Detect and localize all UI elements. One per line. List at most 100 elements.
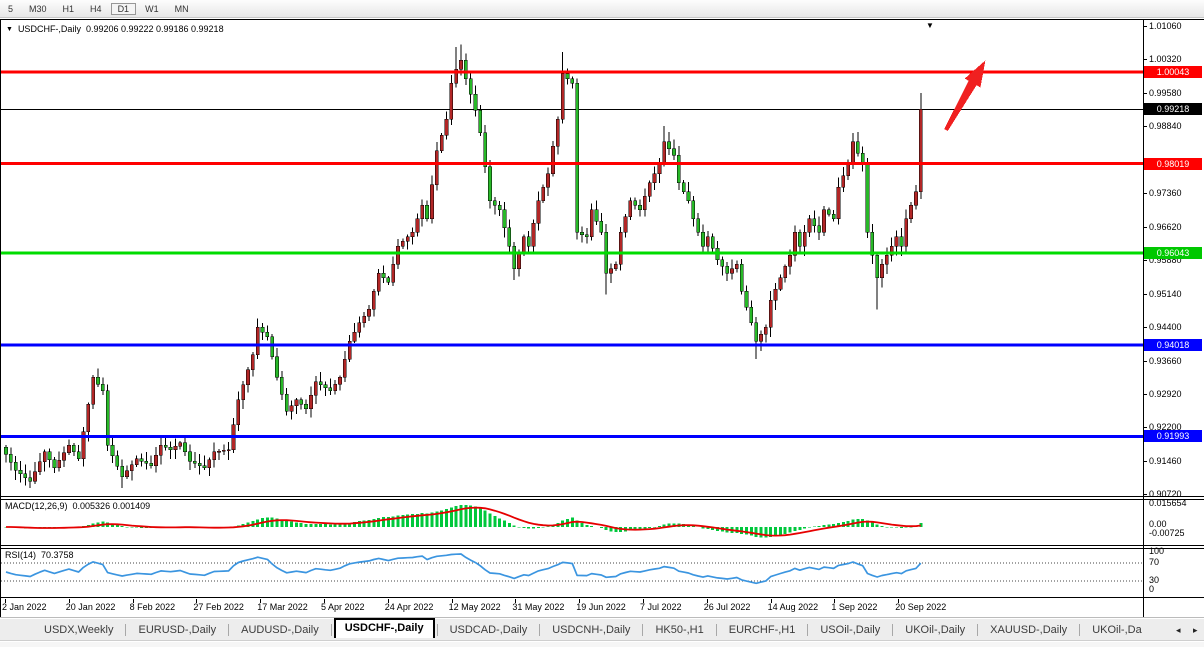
date-axis-label: 20 Sep 2022 — [895, 602, 946, 612]
price-axis-tick — [1143, 294, 1147, 295]
price-axis-tick — [1143, 394, 1147, 395]
date-axis-label: 2 Jan 2022 — [2, 602, 47, 612]
tab-usdchf-daily[interactable]: USDCHF-,Daily — [334, 618, 435, 638]
chart-left-border — [0, 19, 1, 617]
tab-usoil-daily[interactable]: USOil-,Daily — [810, 622, 890, 638]
tab-ukoil-daily[interactable]: UKOil-,Daily — [895, 622, 975, 638]
rsi-label: RSI(14) 70.3758 — [5, 550, 74, 560]
tab-usdcad-daily[interactable]: USDCAD-,Daily — [440, 622, 538, 638]
tab-audusd-daily[interactable]: AUDUSD-,Daily — [231, 622, 329, 638]
tab-divider — [125, 624, 126, 636]
macd-axis-label: -0.00725 — [1149, 528, 1185, 538]
panel-separator — [0, 548, 1204, 549]
price-axis-tick — [1143, 361, 1147, 362]
price-axis-label: 1.01060 — [1149, 21, 1182, 31]
tab-divider — [977, 624, 978, 636]
panel-separator — [0, 597, 1204, 598]
date-axis-label: 24 Apr 2022 — [385, 602, 434, 612]
tab-divider — [1079, 624, 1080, 636]
price-axis-tick — [1143, 193, 1147, 194]
date-axis-label: 31 May 2022 — [512, 602, 564, 612]
date-axis-label: 26 Jul 2022 — [704, 602, 751, 612]
date-axis-label: 27 Feb 2022 — [193, 602, 244, 612]
chart-quote-values: 0.99206 0.99222 0.99186 0.99218 — [86, 24, 224, 34]
date-axis-label: 17 Mar 2022 — [257, 602, 308, 612]
tab-scroll-right-button[interactable]: ▸ — [1193, 624, 1198, 636]
panel-separator — [0, 499, 1204, 500]
price-axis-tick — [1143, 327, 1147, 328]
price-axis-label: 0.98840 — [1149, 121, 1182, 131]
rsi-axis-label: 70 — [1149, 557, 1159, 567]
tab-divider — [716, 624, 717, 636]
price-axis-label: 0.99580 — [1149, 88, 1182, 98]
tab-divider — [539, 624, 540, 636]
tab-divider — [642, 624, 643, 636]
price-axis-label: 0.94400 — [1149, 322, 1182, 332]
price-axis-tick — [1143, 427, 1147, 428]
tab-divider — [437, 624, 438, 636]
date-axis-label: 19 Jun 2022 — [576, 602, 626, 612]
price-axis-label: 0.91460 — [1149, 456, 1182, 466]
price-axis-label: 0.93660 — [1149, 356, 1182, 366]
panel-separator — [0, 545, 1204, 546]
date-axis-label: 7 Jul 2022 — [640, 602, 682, 612]
tab-usdx-weekly[interactable]: USDX,Weekly — [34, 622, 123, 638]
tab-divider — [807, 624, 808, 636]
price-axis-tick — [1143, 59, 1147, 60]
price-axis-tick — [1143, 461, 1147, 462]
macd-values: 0.005326 0.001409 — [73, 501, 151, 511]
chart-top-border — [0, 19, 1204, 20]
level-price-badge: 0.91993 — [1144, 430, 1202, 442]
macd-name: MACD(12,26,9) — [5, 501, 68, 511]
tab-scroll-left-button[interactable]: ◂ — [1176, 624, 1181, 636]
tab-divider — [228, 624, 229, 636]
tab-eurchf-h1[interactable]: EURCHF-,H1 — [719, 622, 806, 638]
price-axis-label: 0.97360 — [1149, 188, 1182, 198]
tab-hk50-h1[interactable]: HK50-,H1 — [645, 622, 713, 638]
collapse-chart-icon[interactable]: ▼ — [6, 26, 13, 33]
bottom-strip — [0, 642, 1204, 647]
current-price-badge: 0.99218 — [1144, 103, 1202, 115]
mt4-terminal: { "toolbar": {"timeframes": ["5", "M30",… — [0, 0, 1204, 647]
rsi-axis-label: 100 — [1149, 546, 1164, 556]
price-chart-canvas[interactable] — [0, 0, 1204, 647]
panel-separator — [0, 496, 1204, 497]
rsi-value: 70.3758 — [41, 550, 74, 560]
level-price-badge: 0.96043 — [1144, 247, 1202, 259]
price-axis-tick — [1143, 227, 1147, 228]
level-price-badge: 0.98019 — [1144, 158, 1202, 170]
level-price-badge: 0.94018 — [1144, 339, 1202, 351]
level-price-badge: 1.00043 — [1144, 66, 1202, 78]
tab-eurusd-daily[interactable]: EURUSD-,Daily — [128, 622, 226, 638]
tab-divider — [331, 624, 332, 636]
price-axis-tick — [1143, 494, 1147, 495]
tab-divider — [892, 624, 893, 636]
price-axis-label: 0.92920 — [1149, 389, 1182, 399]
date-axis-label: 12 May 2022 — [449, 602, 501, 612]
date-axis-label: 8 Feb 2022 — [130, 602, 176, 612]
tab-ukoil-da[interactable]: UKOil-,Da — [1082, 622, 1152, 638]
chart-title: ▼ USDCHF-,Daily 0.99206 0.99222 0.99186 … — [6, 24, 224, 34]
macd-label: MACD(12,26,9) 0.005326 0.001409 — [5, 501, 150, 511]
price-axis-label: 1.00320 — [1149, 54, 1182, 64]
symbol-tab-bar: USDX,Weekly EURUSD-,Daily AUDUSD-,Daily USD… — [0, 619, 1204, 641]
price-axis-tick — [1143, 93, 1147, 94]
macd-axis-label: 0.015654 — [1149, 498, 1187, 508]
price-axis-label: 0.95140 — [1149, 289, 1182, 299]
date-axis-label: 20 Jan 2022 — [66, 602, 116, 612]
tab-usdcnh-daily[interactable]: USDCNH-,Daily — [542, 622, 640, 638]
date-axis-label: 1 Sep 2022 — [831, 602, 877, 612]
date-axis-label: 5 Apr 2022 — [321, 602, 365, 612]
price-axis-tick — [1143, 126, 1147, 127]
price-axis-tick — [1143, 26, 1147, 27]
chart-symbol-label: USDCHF-,Daily — [18, 24, 81, 34]
date-axis-label: 14 Aug 2022 — [768, 602, 819, 612]
date-axis-border — [0, 617, 1204, 618]
trend-arrow-annotation — [938, 56, 993, 134]
tab-xauusd-daily[interactable]: XAUUSD-,Daily — [980, 622, 1077, 638]
rsi-axis-label: 0 — [1149, 584, 1154, 594]
price-axis-tick — [1143, 260, 1147, 261]
rsi-name: RSI(14) — [5, 550, 36, 560]
price-axis-label: 0.96620 — [1149, 222, 1182, 232]
chart-shift-marker-icon: ▼ — [926, 21, 934, 30]
